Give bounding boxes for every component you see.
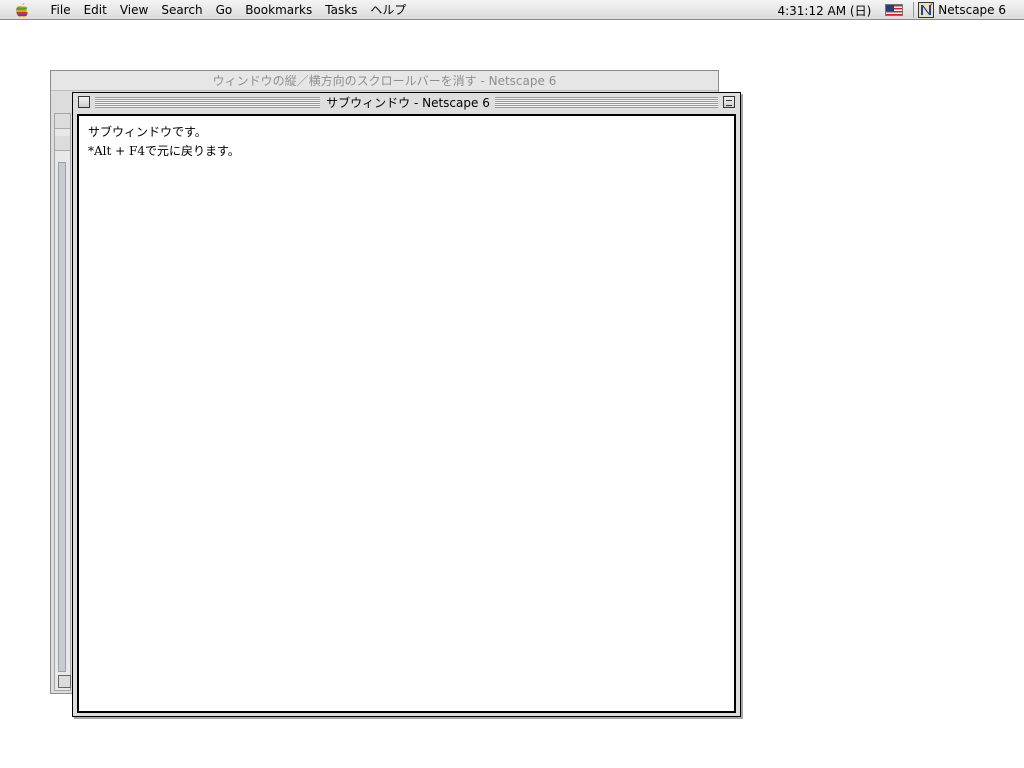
title-stripes-left — [95, 97, 320, 108]
close-box-icon[interactable] — [78, 96, 90, 108]
resize-grip-icon[interactable] — [58, 675, 71, 688]
content-line-2: *Alt + F4で元に戻ります。 — [88, 144, 240, 158]
sub-window-title: サブウィンドウ - Netscape 6 — [323, 93, 493, 113]
apple-menu-icon[interactable] — [0, 0, 44, 20]
scroll-up-arrow-icon-2[interactable] — [55, 136, 70, 151]
menu-bar-extras: 4:31:12 AM (日) Netscape 6 — [777, 0, 1024, 20]
app-name: Netscape 6 — [938, 3, 1006, 17]
content-line-1: サブウィンドウです。 — [88, 125, 207, 139]
menu-divider — [913, 2, 915, 18]
sub-window-titlebar[interactable]: サブウィンドウ - Netscape 6 — [73, 93, 740, 113]
background-window-scrollbar[interactable] — [54, 113, 71, 691]
menu-tasks[interactable]: Tasks — [319, 0, 364, 20]
scroll-up-arrow-icon[interactable] — [55, 114, 70, 129]
zoom-box-icon[interactable] — [723, 96, 735, 108]
menu-view[interactable]: View — [113, 0, 154, 20]
menu-clock[interactable]: 4:31:12 AM (日) — [777, 2, 885, 19]
menu-bookmarks[interactable]: Bookmarks — [239, 0, 319, 20]
menu-file[interactable]: File — [44, 0, 77, 20]
netscape-app-icon — [918, 2, 935, 18]
keyboard-flag-icon[interactable] — [885, 4, 904, 16]
background-window-title[interactable]: ウィンドウの縦／横方向のスクロールバーを消す - Netscape 6 — [51, 71, 718, 91]
menu-edit[interactable]: Edit — [77, 0, 113, 20]
menu-bar: File Edit View Search Go Bookmarks Tasks… — [0, 0, 1024, 20]
sub-window: サブウィンドウ - Netscape 6 サブウィンドウです。 *Alt + F… — [72, 92, 741, 717]
application-menu[interactable]: Netscape 6 — [918, 2, 1024, 18]
sub-window-content: サブウィンドウです。 *Alt + F4で元に戻ります。 — [77, 114, 736, 713]
menu-go[interactable]: Go — [209, 0, 239, 20]
menu-help[interactable]: ヘルプ — [364, 0, 413, 20]
title-stripes-right — [495, 97, 718, 108]
menu-search[interactable]: Search — [155, 0, 209, 20]
scroll-track[interactable] — [58, 162, 66, 672]
